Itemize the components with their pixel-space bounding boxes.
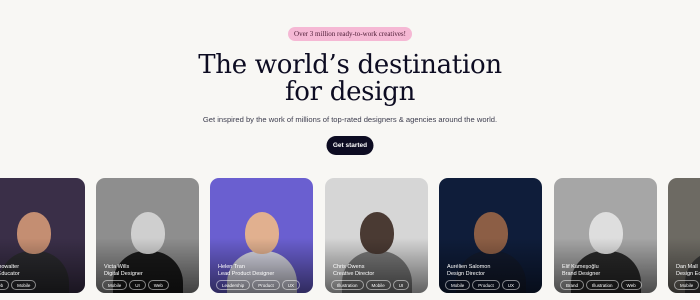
get-started-button[interactable]: Get started <box>326 136 374 155</box>
designer-card[interactable]: Dan MallDesign Ed MobileWeb <box>668 178 700 293</box>
skill-tag[interactable]: Mobile <box>445 280 471 290</box>
skill-tag[interactable]: Web <box>147 280 169 290</box>
designer-role: Digital Designer <box>104 271 143 277</box>
designer-name: Victa Wills <box>104 264 130 270</box>
skill-tags: WebMobile <box>0 280 37 290</box>
skill-tags: Leadership Product UX <box>216 280 301 290</box>
skill-tag[interactable]: UI <box>392 280 410 290</box>
skill-tag[interactable]: Product <box>472 280 500 290</box>
hero-headline: The world’s destination for design <box>0 52 700 106</box>
headline-line-1: The world’s destination <box>198 50 502 80</box>
designer-card[interactable]: Victa Wills Digital Designer Mobile UI Web <box>96 178 199 293</box>
designer-role: Lead Product Designer <box>218 271 275 277</box>
headline-line-2: for design <box>284 77 416 107</box>
skill-tag[interactable]: UX <box>501 280 521 290</box>
skill-tag[interactable]: Illustration <box>331 280 364 290</box>
skill-tag[interactable]: Mobile <box>365 280 391 290</box>
hero-subhead: Get inspired by the work of millions of … <box>202 115 498 124</box>
designer-card[interactable]: e Showaltergn Educator WebMobile <box>0 178 85 293</box>
skill-tag[interactable]: UX <box>281 280 301 290</box>
designer-card[interactable]: Aurélien Salomon Design Director Mobile Pro… <box>439 178 542 293</box>
designer-role: Brand Designer <box>562 271 601 277</box>
skill-tag[interactable]: Illustration <box>586 280 619 290</box>
designer-name: e Showalter <box>0 264 20 270</box>
designer-name: Elif Kameşoğlu <box>562 264 599 270</box>
skill-tags: Illustration Mobile UI <box>331 280 410 290</box>
skill-tags: Brand Illustration Web <box>560 280 642 290</box>
designer-role: gn Educator <box>0 271 20 277</box>
landing-page: Over 3 million ready-to-work creatives! … <box>0 0 700 300</box>
skill-tag[interactable]: UI <box>129 280 146 290</box>
skill-tags: Mobile UI Web <box>102 280 169 290</box>
designer-card[interactable]: Elif Kameşoğlu Brand Designer Brand Illustr… <box>554 178 657 293</box>
skill-tag[interactable]: Mobile <box>674 280 700 290</box>
skill-tag[interactable]: Web <box>0 280 10 290</box>
designer-name: Aurélien Salomon <box>447 264 491 270</box>
designer-name: Dan Mall <box>676 264 698 270</box>
designer-card[interactable]: Chris Owens Creative Director Illustration… <box>325 178 428 293</box>
designer-role: Design Director <box>447 271 485 277</box>
skill-tag[interactable]: Brand <box>560 280 585 290</box>
designer-name: Chris Owens <box>333 264 365 270</box>
skill-tags: Mobile Product UX <box>445 280 521 290</box>
designer-card[interactable]: Helen Tran Lead Product Designer Leadershi… <box>210 178 313 293</box>
designer-role: Creative Director <box>333 271 375 277</box>
skill-tag[interactable]: Mobile <box>11 280 37 290</box>
skill-tag[interactable]: Mobile <box>102 280 128 290</box>
skill-tag[interactable]: Product <box>252 280 280 290</box>
designer-role: Design Ed <box>676 271 700 277</box>
skill-tag[interactable]: Web <box>620 280 642 290</box>
promo-badge: Over 3 million ready-to-work creatives! <box>288 27 412 41</box>
designer-carousel: e Showaltergn EducatorWebMobileVicta Wil… <box>0 178 700 296</box>
skill-tag[interactable]: Leadership <box>216 280 251 290</box>
skill-tags: MobileWeb <box>674 280 700 290</box>
designer-name: Helen Tran <box>218 264 245 270</box>
